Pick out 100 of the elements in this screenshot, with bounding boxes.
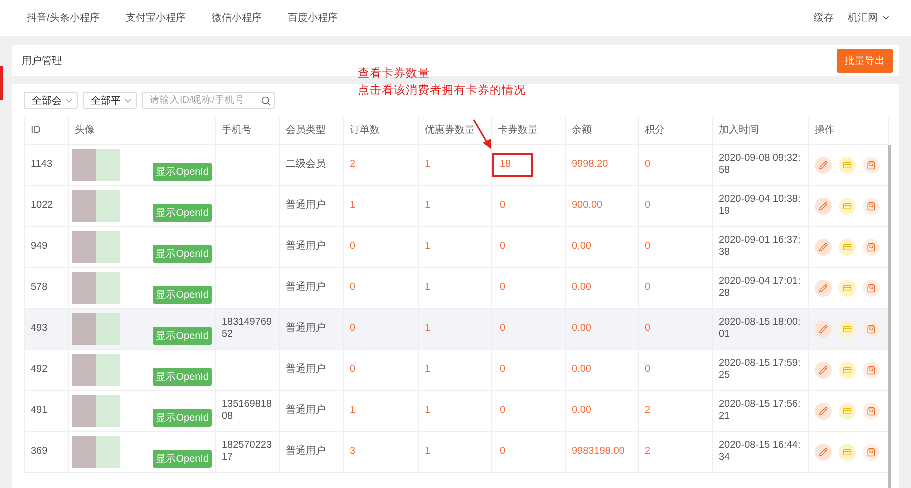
bag-icon (867, 242, 876, 252)
table-cell: 369 (25, 432, 69, 473)
card-button[interactable] (839, 362, 856, 378)
bag-button[interactable] (863, 198, 880, 214)
table-row[interactable]: 949 显示OpenId 普通用户 0 1 0 0.00 0 2020-09-01 16:37:38 (25, 227, 888, 268)
bag-button[interactable] (863, 156, 880, 174)
card-count-link[interactable]: 0 (492, 317, 528, 341)
table-row[interactable]: 492 显示OpenId 普通用户 0 1 0 0.00 0 2020-08-15 17:59:25 (25, 350, 888, 391)
card-button[interactable] (839, 238, 856, 256)
platform-select[interactable]: 全部平 (83, 92, 137, 109)
edit-button[interactable] (815, 320, 832, 338)
annotation-text: 点击看该消费者拥有卡券的情况 (358, 83, 526, 99)
table-row[interactable]: 578 显示OpenId 普通用户 0 1 0 0.00 0 2020-09-04 17:01:28 (25, 268, 888, 309)
card-icon (843, 242, 852, 252)
table-cell: 9983198.00 (566, 432, 639, 473)
show-openid-button[interactable]: 显示OpenId (153, 450, 212, 468)
card-button[interactable] (839, 198, 856, 214)
avatar-placeholder (72, 436, 120, 468)
avatar-placeholder (72, 190, 120, 222)
nav-tab[interactable]: 百度小程序 (288, 11, 338, 25)
card-count-link[interactable]: 0 (492, 194, 528, 218)
card-icon (843, 324, 852, 334)
card-count-link[interactable]: 0 (492, 235, 528, 259)
bag-icon (867, 366, 876, 374)
card-count-link[interactable]: 0 (492, 276, 528, 300)
pencil-icon (819, 406, 828, 416)
pencil-icon (819, 448, 828, 456)
page-title: 用户管理 (22, 54, 62, 68)
table-row[interactable]: 493 显示OpenId 18314976952 普通用户 0 1 0 0.00 0 2020-08-15 18:00:01 (25, 309, 888, 350)
card-button[interactable] (839, 444, 856, 460)
show-openid-button[interactable]: 显示OpenId (153, 368, 212, 386)
show-openid-button[interactable]: 显示OpenId (153, 204, 212, 222)
bag-icon (867, 202, 876, 210)
cache-link[interactable]: 缓存 (814, 11, 834, 25)
table-row[interactable]: 1022 显示OpenId 普通用户 1 1 0 900.00 0 2020-09-04 10:38:19 (25, 186, 888, 227)
export-button[interactable]: 批量导出 (837, 48, 893, 72)
edit-button[interactable] (815, 198, 832, 214)
table-cell: 普通用户 (280, 432, 344, 473)
table-row[interactable]: 1143 显示OpenId 二级会员 2 1 18 9998.20 0 2020-09-08 09:32:58 (25, 145, 888, 186)
annotation-text: 查看卡券数量 (358, 66, 431, 82)
card-icon (843, 406, 852, 416)
edit-button[interactable] (815, 238, 832, 256)
card-count-link[interactable]: 0 (492, 440, 528, 464)
table-row[interactable]: 491 显示OpenId 13516981808 普通用户 1 1 0 0.00 2 2020-08-15 17:56:21 (25, 391, 888, 432)
card-button[interactable] (839, 402, 856, 420)
bag-button[interactable] (863, 362, 880, 378)
account-menu[interactable]: 机汇网 (848, 11, 891, 25)
show-openid-button[interactable]: 显示OpenId (153, 286, 212, 304)
member-select[interactable]: 全部会 (24, 92, 78, 109)
card-count-link[interactable]: 18 (492, 153, 534, 177)
avatar-placeholder (72, 313, 120, 345)
edit-button[interactable] (815, 362, 832, 378)
bag-button[interactable] (863, 402, 880, 420)
bag-icon (867, 448, 876, 456)
edit-button[interactable] (815, 444, 832, 460)
scrollbar[interactable] (888, 145, 891, 488)
card-icon (843, 284, 852, 292)
avatar-placeholder (72, 354, 120, 386)
bag-button[interactable] (863, 320, 880, 338)
bag-button[interactable] (863, 444, 880, 460)
edit-button[interactable] (815, 280, 832, 296)
show-openid-button[interactable]: 显示OpenId (153, 163, 212, 181)
edit-button[interactable] (815, 402, 832, 420)
card-icon (843, 202, 852, 210)
card-icon (843, 448, 852, 456)
pencil-icon (819, 202, 828, 210)
card-icon (843, 160, 852, 170)
table-cell: 18257022317 (216, 432, 280, 473)
sidebar-active-marker (0, 66, 3, 100)
search-icon (261, 96, 271, 106)
table-cell: 2020-08-15 16:44:34 (713, 432, 809, 473)
pencil-icon (819, 284, 828, 292)
card-icon (843, 366, 852, 374)
show-openid-button[interactable]: 显示OpenId (153, 245, 212, 263)
search-field[interactable]: 请输入ID/昵称/手机号 (142, 92, 275, 109)
pencil-icon (819, 160, 828, 170)
table-cell: 1 (419, 432, 492, 473)
table-row[interactable]: 369 显示OpenId 18257022317 普通用户 3 1 0 9983198.00 2 2020-08-15 16:44:34 (25, 432, 888, 473)
avatar-placeholder (72, 231, 120, 263)
bag-button[interactable] (863, 238, 880, 256)
card-count-link[interactable]: 0 (492, 399, 528, 423)
card-button[interactable] (839, 156, 856, 174)
show-openid-button[interactable]: 显示OpenId (153, 409, 212, 427)
pencil-icon (819, 324, 828, 334)
bag-icon (867, 284, 876, 292)
nav-tab[interactable]: 抖音/头条小程序 (27, 11, 100, 25)
edit-button[interactable] (815, 156, 832, 174)
table-cell: 2 (639, 432, 713, 473)
bag-button[interactable] (863, 280, 880, 296)
avatar-placeholder (72, 272, 120, 304)
nav-tab[interactable]: 支付宝小程序 (126, 11, 186, 25)
bag-icon (867, 406, 876, 416)
card-count-link[interactable]: 0 (492, 358, 528, 382)
nav-tab[interactable]: 微信小程序 (212, 11, 262, 25)
avatar-placeholder (72, 149, 120, 181)
card-button[interactable] (839, 280, 856, 296)
pencil-icon (819, 366, 828, 374)
show-openid-button[interactable]: 显示OpenId (153, 327, 212, 345)
bag-icon (867, 324, 876, 334)
card-button[interactable] (839, 320, 856, 338)
